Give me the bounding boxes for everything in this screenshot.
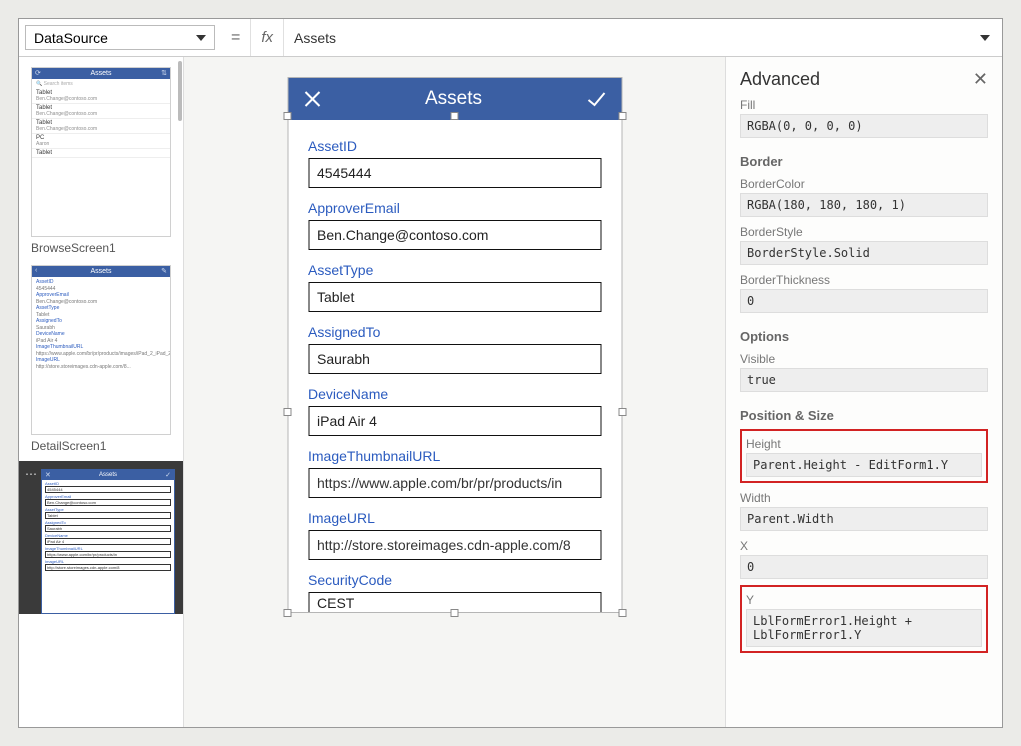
field-input[interactable]: Ben.Change@contoso.com <box>308 220 601 250</box>
prop-label: BorderStyle <box>740 225 988 239</box>
prop-value-x[interactable]: 0 <box>740 555 988 579</box>
list-item: Tablet <box>32 149 170 158</box>
prop-label: X <box>740 539 988 553</box>
prop-label: Width <box>740 491 988 505</box>
formula-bar: DataSource = fx Assets <box>19 19 1002 57</box>
highlight-y: Y LblFormError1.Height + LblFormError1.Y <box>740 585 988 653</box>
equals-symbol: = <box>221 19 251 56</box>
prop-label: Y <box>746 593 982 607</box>
field-label: ApproverEmail <box>308 200 601 216</box>
advanced-panel: Advanced ✕ Fill RGBA(0, 0, 0, 0) Border … <box>725 57 1002 727</box>
close-icon: ✕ <box>45 471 51 479</box>
field-input[interactable]: 4545444 <box>308 158 601 188</box>
detail-content: AssetID4545444 ApproverEmailBen.Change@c… <box>32 277 170 372</box>
property-name: DataSource <box>34 30 108 46</box>
resize-handle[interactable] <box>283 112 291 120</box>
formula-expand[interactable] <box>968 19 1002 56</box>
field-imagethumbnailurl: ImageThumbnailURL https://www.apple.com/… <box>308 448 601 498</box>
sort-icon: ⇅ <box>161 69 167 77</box>
thumb-header: ‹ Assets ✎ <box>32 266 170 277</box>
canvas[interactable]: Assets AssetID 4545444 ApproverEmail Ben… <box>184 57 725 727</box>
thumb-label: BrowseScreen1 <box>31 241 171 255</box>
formula-input[interactable]: Assets <box>284 19 968 56</box>
search-placeholder: 🔍 Search items <box>32 79 170 89</box>
submit-icon[interactable] <box>585 88 607 110</box>
prop-label: BorderThickness <box>740 273 988 287</box>
field-label: DeviceName <box>308 386 601 402</box>
main-area: ⟳ Assets ⇅ 🔍 Search items TabletBen.Chan… <box>19 57 1002 727</box>
screens-panel: ⟳ Assets ⇅ 🔍 Search items TabletBen.Chan… <box>19 57 184 727</box>
prop-value-visible[interactable]: true <box>740 368 988 392</box>
field-devicename: DeviceName iPad Air 4 <box>308 386 601 436</box>
thumb-edit-screen-row: ⋯ ✕ Assets ✓ AssetID4545444 ApproverEmai… <box>19 461 183 614</box>
section-position-size: Position & Size <box>740 408 988 423</box>
panel-title: Advanced <box>740 69 820 90</box>
prop-label: Height <box>746 437 982 451</box>
resize-handle[interactable] <box>451 112 459 120</box>
prop-value-y[interactable]: LblFormError1.Height + LblFormError1.Y <box>746 609 982 647</box>
field-assignedto: AssignedTo Saurabh <box>308 324 601 374</box>
field-assetid: AssetID 4545444 <box>308 138 601 188</box>
thumb-browse-screen[interactable]: ⟳ Assets ⇅ 🔍 Search items TabletBen.Chan… <box>31 67 171 237</box>
resize-handle[interactable] <box>618 609 626 617</box>
resize-handle[interactable] <box>283 408 291 416</box>
prop-label: Fill <box>740 98 988 112</box>
cancel-icon[interactable] <box>302 89 322 109</box>
section-border: Border <box>740 154 988 169</box>
field-label: ImageThumbnailURL <box>308 448 601 464</box>
list-item: TabletBen.Change@contoso.com <box>32 89 170 104</box>
refresh-icon: ⟳ <box>35 69 41 77</box>
field-label: ImageURL <box>308 510 601 526</box>
resize-handle[interactable] <box>283 609 291 617</box>
scrollbar[interactable] <box>178 61 182 121</box>
thumb-detail-screen[interactable]: ‹ Assets ✎ AssetID4545444 ApproverEmailB… <box>31 265 171 435</box>
field-label: AssignedTo <box>308 324 601 340</box>
highlight-height: Height Parent.Height - EditForm1.Y <box>740 429 988 483</box>
thumb-label: DetailScreen1 <box>31 439 171 453</box>
edit-screen-preview[interactable]: Assets AssetID 4545444 ApproverEmail Ben… <box>287 77 622 613</box>
thumb-edit-screen[interactable]: ✕ Assets ✓ AssetID4545444 ApproverEmailB… <box>41 469 175 614</box>
field-label: AssetID <box>308 138 601 154</box>
fx-icon[interactable]: fx <box>251 19 284 56</box>
resize-handle[interactable] <box>618 408 626 416</box>
more-icon[interactable]: ⋯ <box>21 469 41 479</box>
list-item: TabletBen.Change@contoso.com <box>32 119 170 134</box>
field-label: AssetType <box>308 262 601 278</box>
field-approveremail: ApproverEmail Ben.Change@contoso.com <box>308 200 601 250</box>
close-icon[interactable]: ✕ <box>973 69 988 90</box>
prop-value-borderthickness[interactable]: 0 <box>740 289 988 313</box>
field-input[interactable]: https://www.apple.com/br/pr/products/in <box>308 468 601 498</box>
thumb-header: ✕ Assets ✓ <box>42 470 174 480</box>
form-title: Assets <box>425 88 482 110</box>
prop-label: Visible <box>740 352 988 366</box>
prop-value-borderstyle[interactable]: BorderStyle.Solid <box>740 241 988 265</box>
field-assettype: AssetType Tablet <box>308 262 601 312</box>
prop-value-height[interactable]: Parent.Height - EditForm1.Y <box>746 453 982 477</box>
thumb-header: ⟳ Assets ⇅ <box>32 68 170 79</box>
section-options: Options <box>740 329 988 344</box>
property-selector[interactable]: DataSource <box>25 25 215 50</box>
prop-value-fill[interactable]: RGBA(0, 0, 0, 0) <box>740 114 988 138</box>
list-item: PCAaron <box>32 134 170 149</box>
field-input[interactable]: iPad Air 4 <box>308 406 601 436</box>
back-icon: ‹ <box>35 267 37 274</box>
field-imageurl: ImageURL http://store.storeimages.cdn-ap… <box>308 510 601 560</box>
field-input[interactable]: Saurabh <box>308 344 601 374</box>
prop-value-width[interactable]: Parent.Width <box>740 507 988 531</box>
app-window: DataSource = fx Assets ⟳ Assets ⇅ 🔍 Sear… <box>18 18 1003 728</box>
check-icon: ✓ <box>165 471 171 479</box>
chevron-down-icon <box>196 35 206 41</box>
resize-handle[interactable] <box>451 609 459 617</box>
prop-label: BorderColor <box>740 177 988 191</box>
resize-handle[interactable] <box>618 112 626 120</box>
field-label: SecurityCode <box>308 572 601 588</box>
form-body: AssetID 4545444 ApproverEmail Ben.Change… <box>288 120 621 612</box>
field-input[interactable]: http://store.storeimages.cdn-apple.com/8 <box>308 530 601 560</box>
field-securitycode: SecurityCode CEST <box>308 572 601 612</box>
edit-icon: ✎ <box>161 267 167 275</box>
list-item: TabletBen.Change@contoso.com <box>32 104 170 119</box>
field-input[interactable]: Tablet <box>308 282 601 312</box>
prop-value-bordercolor[interactable]: RGBA(180, 180, 180, 1) <box>740 193 988 217</box>
